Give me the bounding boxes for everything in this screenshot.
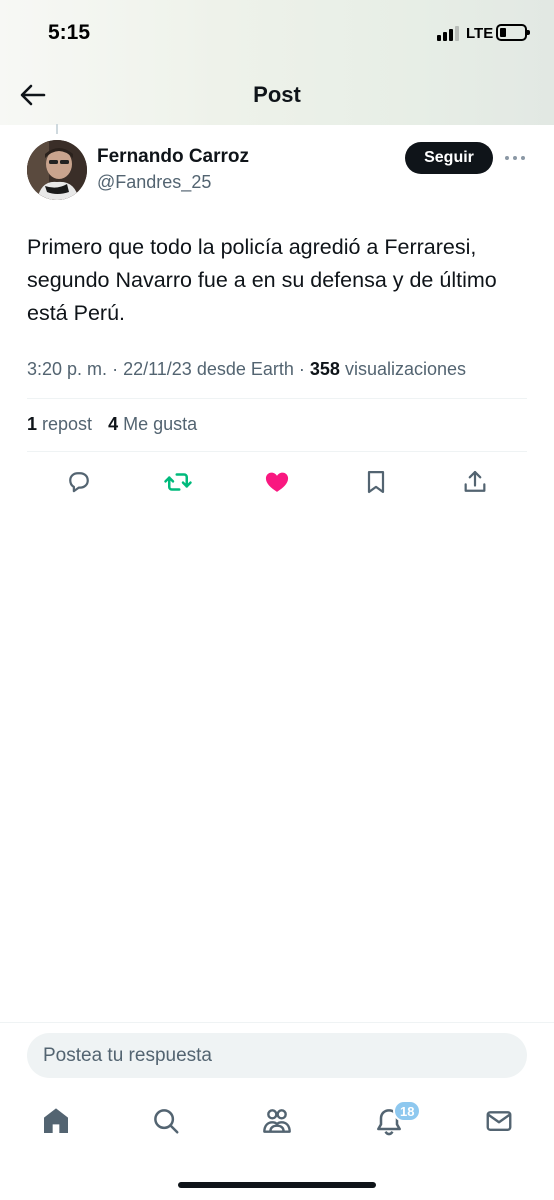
top-navigation: Post <box>0 66 554 124</box>
tab-messages[interactable] <box>482 1104 516 1138</box>
more-options-icon[interactable] <box>503 148 527 168</box>
battery-icon <box>496 24 530 41</box>
reply-input[interactable] <box>27 1033 527 1078</box>
status-time: 5:15 <box>48 21 91 44</box>
like-button[interactable] <box>261 466 293 498</box>
reposts-stat[interactable]: 1 repost <box>27 414 97 434</box>
author-handle[interactable]: @Fandres_25 <box>97 172 211 193</box>
share-button[interactable] <box>459 466 491 498</box>
post-metadata: 3:20 p. m. · 22/11/23 desde Earth · 358 … <box>27 359 467 379</box>
communities-icon <box>263 1109 291 1133</box>
home-icon <box>44 1108 68 1133</box>
likes-count: 4 <box>108 414 119 434</box>
follow-button[interactable]: Seguir <box>405 142 493 174</box>
engagement-stats: 1 repost 4 Me gusta <box>27 414 197 435</box>
divider <box>27 451 527 452</box>
bookmark-icon <box>367 470 385 494</box>
tab-home[interactable] <box>39 1104 73 1138</box>
heart-icon <box>265 472 289 492</box>
author-name[interactable]: Fernando Carroz <box>97 146 249 168</box>
tab-communities[interactable] <box>260 1104 294 1138</box>
reposts-count: 1 <box>27 414 38 434</box>
likes-stat[interactable]: 4 Me gusta <box>108 414 197 434</box>
share-icon <box>464 470 486 492</box>
post-date: 22/11/23 <box>123 359 192 379</box>
messages-icon <box>486 1111 512 1131</box>
thread-connector <box>56 124 58 134</box>
repost-icon <box>164 473 192 491</box>
views-count: 358 <box>309 359 340 379</box>
avatar-image <box>27 140 87 200</box>
bottom-tab-bar <box>0 1098 554 1146</box>
post-time: 3:20 p. m. <box>27 359 108 379</box>
tab-search[interactable] <box>149 1104 183 1138</box>
post-text: Primero que todo la policía agredió a Fe… <box>27 235 497 325</box>
divider <box>27 398 527 399</box>
likes-label: Me gusta <box>123 414 198 434</box>
home-indicator[interactable] <box>178 1182 376 1188</box>
avatar[interactable] <box>27 140 87 200</box>
reply-bar-divider <box>0 1022 554 1023</box>
views-label[interactable]: visualizaciones <box>345 359 466 379</box>
page-title: Post <box>253 82 301 107</box>
status-bar: 5:15 LTE <box>0 0 554 66</box>
notifications-badge: 18 <box>393 1100 422 1122</box>
reposts-label: repost <box>42 414 93 434</box>
cellular-signal-icon <box>437 26 459 41</box>
reply-icon <box>69 472 89 493</box>
repost-button[interactable] <box>162 466 194 498</box>
reply-button[interactable] <box>63 466 95 498</box>
bookmark-button[interactable] <box>360 466 392 498</box>
post-actions <box>0 462 554 502</box>
search-icon <box>154 1109 179 1134</box>
post-source: desde Earth <box>196 359 294 379</box>
network-type: LTE <box>466 25 494 42</box>
